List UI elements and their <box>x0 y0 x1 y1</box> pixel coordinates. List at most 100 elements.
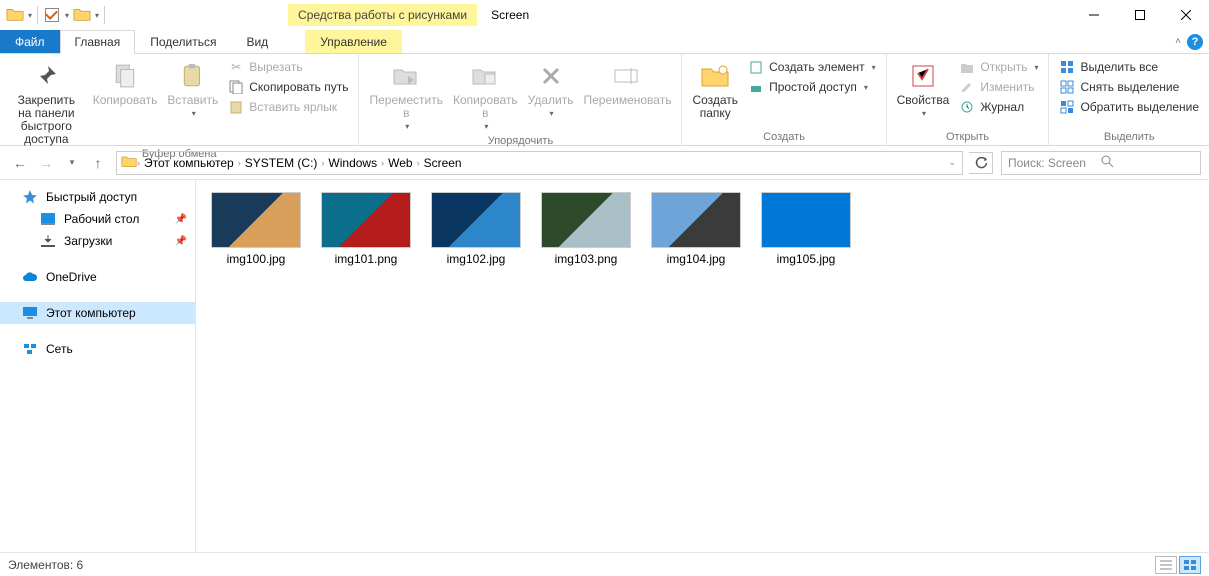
group-select: Выделить все Снять выделение Обратить вы… <box>1049 54 1209 145</box>
separator <box>104 6 105 24</box>
thumbnails-view-button[interactable] <box>1179 556 1201 574</box>
copy-to-button[interactable]: Копировать в▾ <box>449 56 522 133</box>
tab-view[interactable]: Вид <box>231 30 283 53</box>
network-icon <box>22 341 38 357</box>
copy-path-button[interactable]: Скопировать путь <box>224 78 352 96</box>
separator <box>37 6 38 24</box>
pin-icon <box>30 60 62 92</box>
close-button[interactable] <box>1163 0 1209 30</box>
breadcrumb-item[interactable]: Этот компьютер <box>140 156 238 170</box>
maximize-button[interactable] <box>1117 0 1163 30</box>
address-bar: ← → ▾ ↑ › Этот компьютер› SYSTEM (C:)› W… <box>0 146 1209 180</box>
invert-selection-button[interactable]: Обратить выделение <box>1055 98 1203 116</box>
ribbon: Закрепить на панели быстрого доступа Коп… <box>0 54 1209 146</box>
window-title: Screen <box>491 8 529 22</box>
new-item-button[interactable]: Создать элемент▾ <box>744 58 880 76</box>
nav-this-pc[interactable]: Этот компьютер <box>0 302 195 324</box>
onedrive-icon <box>22 269 38 285</box>
file-name-label: img101.png <box>335 252 398 266</box>
tab-share[interactable]: Поделиться <box>135 30 231 53</box>
window-controls <box>1071 0 1209 30</box>
search-icon <box>1101 155 1194 171</box>
folder-icon <box>6 6 24 24</box>
open-icon <box>959 59 975 75</box>
paste-icon <box>177 60 209 92</box>
edit-button[interactable]: Изменить <box>955 78 1042 96</box>
breadcrumb-item[interactable]: Windows <box>324 156 381 170</box>
ribbon-tabs: Файл Главная Поделиться Вид Управление ˄… <box>0 30 1209 54</box>
body: Быстрый доступ Рабочий стол📌 Загрузки📌 O… <box>0 180 1209 552</box>
properties-qat-button[interactable] <box>45 8 59 22</box>
breadcrumb-item[interactable]: Screen <box>420 156 466 170</box>
new-item-icon <box>748 59 764 75</box>
search-input[interactable]: Поиск: Screen <box>1001 151 1201 175</box>
tab-file[interactable]: Файл <box>0 30 60 53</box>
thumbnail <box>651 192 741 248</box>
help-icon[interactable]: ? <box>1187 34 1203 50</box>
tab-manage[interactable]: Управление <box>305 30 402 53</box>
qat-customize-dropdown[interactable]: ▾ <box>95 11 99 20</box>
details-view-button[interactable] <box>1155 556 1177 574</box>
pin-quick-access-button[interactable]: Закрепить на панели быстрого доступа <box>6 56 87 146</box>
file-item[interactable]: img101.png <box>318 192 414 266</box>
group-new: Создать папку Создать элемент▾ Простой д… <box>682 54 886 145</box>
paste-shortcut-button[interactable]: Вставить ярлык <box>224 98 352 116</box>
group-organize: Переместить в▾ Копировать в▾ Удалить▾ Пе… <box>359 54 682 145</box>
file-list[interactable]: img100.jpg img101.png img102.jpg img103.png… <box>196 180 1209 552</box>
invert-selection-icon <box>1059 99 1075 115</box>
new-folder-button[interactable]: Создать папку <box>688 56 742 120</box>
nav-quick-access[interactable]: Быстрый доступ <box>0 186 195 208</box>
up-button[interactable]: ↑ <box>86 151 110 175</box>
rename-button[interactable]: Переименовать <box>579 56 675 107</box>
open-button[interactable]: Открыть▾ <box>955 58 1042 76</box>
minimize-button[interactable] <box>1071 0 1117 30</box>
forward-button[interactable]: → <box>34 151 58 175</box>
select-none-button[interactable]: Снять выделение <box>1055 78 1203 96</box>
nav-downloads[interactable]: Загрузки📌 <box>0 230 195 252</box>
select-all-button[interactable]: Выделить все <box>1055 58 1203 76</box>
breadcrumb[interactable]: › Этот компьютер› SYSTEM (C:)› Windows› … <box>116 151 963 175</box>
contextual-tab-label: Средства работы с рисунками <box>288 4 477 26</box>
nav-network[interactable]: Сеть <box>0 338 195 360</box>
thumbnail <box>431 192 521 248</box>
pin-icon: 📌 <box>175 214 187 225</box>
history-button[interactable]: Журнал <box>955 98 1042 116</box>
properties-icon <box>907 60 939 92</box>
navigation-pane[interactable]: Быстрый доступ Рабочий стол📌 Загрузки📌 O… <box>0 180 196 552</box>
collapse-ribbon-icon[interactable]: ˄ <box>1175 36 1181 47</box>
tab-home[interactable]: Главная <box>60 30 136 54</box>
copy-button[interactable]: Копировать <box>89 56 162 107</box>
file-item[interactable]: img104.jpg <box>648 192 744 266</box>
downloads-icon <box>40 233 56 249</box>
nav-desktop[interactable]: Рабочий стол📌 <box>0 208 195 230</box>
dropdown-icon[interactable]: ▾ <box>65 11 69 20</box>
copy-path-icon <box>228 79 244 95</box>
recent-locations-dropdown[interactable]: ▾ <box>60 151 84 175</box>
file-item[interactable]: img102.jpg <box>428 192 524 266</box>
back-button[interactable]: ← <box>8 151 32 175</box>
nav-onedrive[interactable]: OneDrive <box>0 266 195 288</box>
properties-button[interactable]: Свойства▾ <box>893 56 954 120</box>
new-folder-qat-button[interactable] <box>73 6 91 24</box>
group-label: Выделить <box>1055 129 1203 145</box>
file-item[interactable]: img100.jpg <box>208 192 304 266</box>
address-dropdown[interactable]: ⌄ <box>948 157 962 168</box>
quick-access-toolbar: ▾ ▾ ▾ <box>0 4 108 26</box>
dropdown-icon[interactable]: ▾ <box>28 11 32 20</box>
breadcrumb-item[interactable]: SYSTEM (C:) <box>241 156 322 170</box>
breadcrumb-item[interactable]: Web <box>384 156 416 170</box>
file-name-label: img103.png <box>555 252 618 266</box>
new-folder-icon <box>699 60 731 92</box>
title-bar: ▾ ▾ ▾ Средства работы с рисунками Screen <box>0 0 1209 30</box>
cut-button[interactable]: ✂Вырезать <box>224 58 352 76</box>
file-item[interactable]: img105.jpg <box>758 192 854 266</box>
thumbnail <box>541 192 631 248</box>
group-clipboard: Закрепить на панели быстрого доступа Коп… <box>0 54 359 145</box>
move-to-button[interactable]: Переместить в▾ <box>365 56 447 133</box>
paste-button[interactable]: Вставить▾ <box>163 56 222 120</box>
delete-button[interactable]: Удалить▾ <box>524 56 578 120</box>
easy-access-button[interactable]: Простой доступ▾ <box>744 78 880 96</box>
history-icon <box>959 99 975 115</box>
file-item[interactable]: img103.png <box>538 192 634 266</box>
refresh-button[interactable] <box>969 152 993 174</box>
